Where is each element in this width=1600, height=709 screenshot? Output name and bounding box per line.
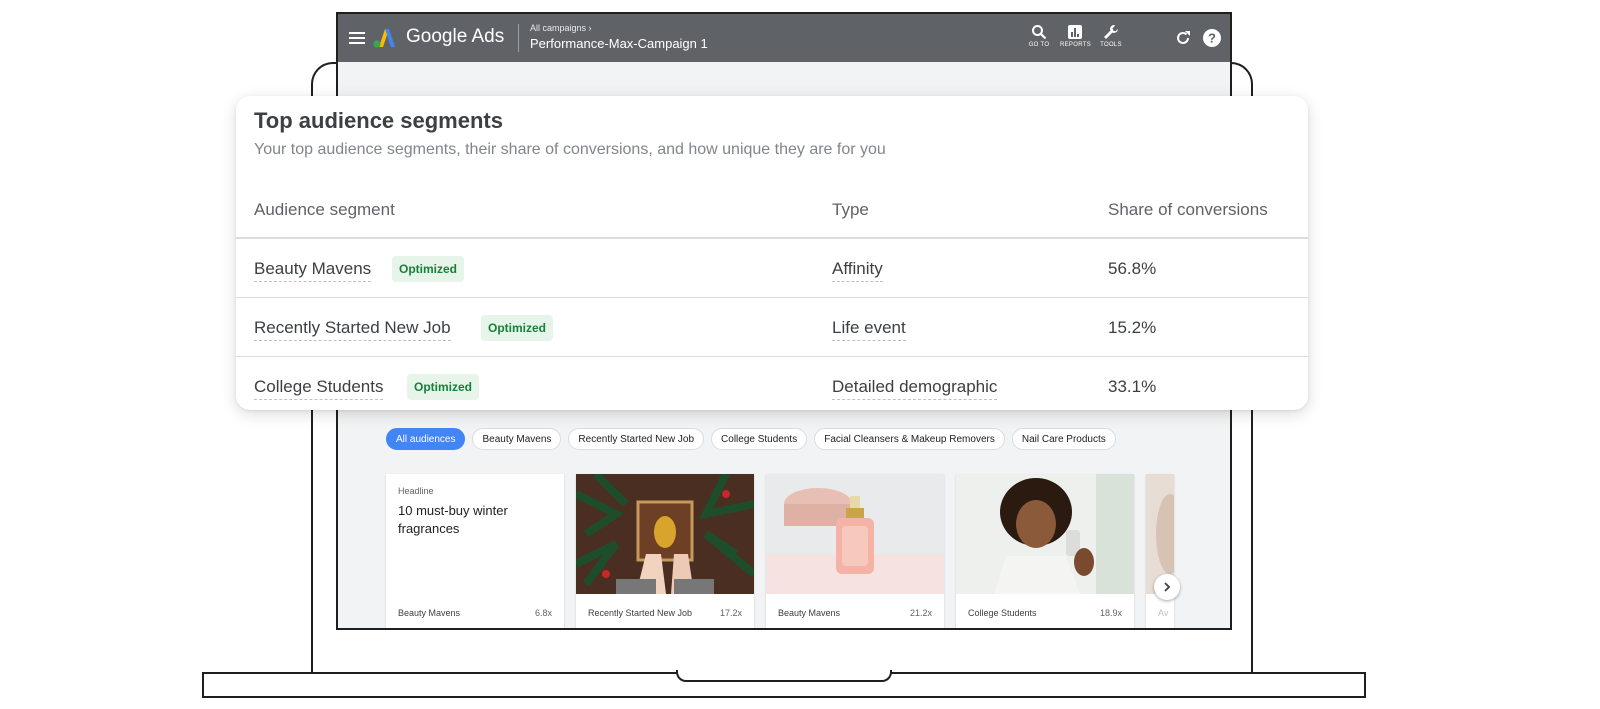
google-ads-logo-icon [373,29,395,48]
panel-title: Top audience segments [254,108,503,133]
breadcrumb-all-campaigns[interactable]: All campaigns › [530,23,592,33]
chip-facial-cleansers[interactable]: Facial Cleansers & Makeup Removers [814,428,1005,450]
reports-button[interactable]: REPORTS [1060,24,1091,48]
svg-text:?: ? [1208,31,1216,46]
optimized-badge: Optimized [407,374,480,400]
woman-with-perfume-image [956,474,1134,594]
app-top-bar: Google Ads All campaigns › Performance-M… [338,14,1230,62]
card-multiplier: 21.2x [909,608,932,618]
goto-button[interactable]: GO TO [1024,24,1054,48]
card-multiplier: 18.9x [1099,608,1122,618]
chip-recently-started-new-job[interactable]: Recently Started New Job [568,428,705,450]
audience-chip-row: All audiences Beauty Mavens Recently Sta… [386,428,1116,450]
panel-subtitle: Your top audience segments, their share … [254,141,886,158]
table-row: Recently Started New Job Optimized Life … [236,298,1308,357]
table-row: Beauty Mavens Optimized Affinity 56.8% [236,239,1308,298]
segment-type[interactable]: Detailed demographic [832,377,998,400]
card-segment: College Students [968,608,1037,618]
carousel-next-button[interactable] [1154,574,1180,600]
segment-share: 33.1% [1108,377,1157,396]
wrench-icon [1104,25,1118,39]
column-header-share-of-conversions[interactable]: Share of conversions [1108,200,1268,220]
brand-name: Google Ads [406,26,505,47]
asset-card-headline[interactable]: Headline 10 must-buy winter fragrances B… [386,474,564,628]
card-segment-partial: Av [1158,608,1169,618]
optimized-badge: Optimized [481,315,554,341]
reports-icon [1068,25,1082,39]
segment-type[interactable]: Affinity [832,259,883,282]
refresh-icon[interactable] [1174,29,1192,47]
segment-share: 15.2% [1108,318,1157,337]
card-multiplier: 6.8x [534,608,552,618]
brand-divider [518,24,519,52]
card-segment: Recently Started New Job [588,608,693,618]
help-icon[interactable]: ? [1202,28,1222,48]
chevron-right-icon [1164,582,1171,592]
card-segment: Beauty Mavens [398,608,461,618]
column-header-audience-segment[interactable]: Audience segment [254,200,395,220]
segment-name[interactable]: Beauty Mavens [254,259,372,282]
asset-card-row: Headline 10 must-buy winter fragrances B… [386,474,1174,628]
card-segment: Beauty Mavens [778,608,841,618]
chip-college-students[interactable]: College Students [711,428,808,450]
chip-nail-care-products[interactable]: Nail Care Products [1011,428,1116,450]
perfume-bottle-image [766,474,944,594]
card-type-label: Headline [398,486,434,496]
reports-label: REPORTS [1060,42,1091,48]
segment-name[interactable]: College Students [254,377,384,400]
segment-share: 56.8% [1108,259,1157,278]
chip-all-audiences[interactable]: All audiences [386,428,466,450]
hamburger-menu-icon[interactable] [346,27,368,49]
laptop-notch [676,670,892,682]
asset-card-partial[interactable]: Av [1146,474,1174,628]
tools-label: TOOLS [1100,42,1122,48]
gift-box-evergreen-image [576,474,754,594]
asset-card-woman[interactable]: College Students 18.9x [956,474,1134,628]
card-headline-text: 10 must-buy winter fragrances [398,503,508,536]
asset-card-perfume[interactable]: Beauty Mavens 21.2x [766,474,944,628]
asset-card-gift[interactable]: Recently Started New Job 17.2x [576,474,754,628]
optimized-badge: Optimized [392,256,465,282]
goto-label: GO TO [1028,42,1050,48]
tools-button[interactable]: TOOLS [1096,24,1126,48]
search-icon [1032,25,1047,40]
segment-type[interactable]: Life event [832,318,906,341]
top-audience-segments-panel: Top audience segments Your top audience … [236,96,1308,410]
segment-name[interactable]: Recently Started New Job [254,318,451,341]
card-multiplier: 17.2x [719,608,742,618]
table-row: College Students Optimized Detailed demo… [236,357,1308,410]
column-header-type[interactable]: Type [832,200,869,220]
chip-beauty-mavens[interactable]: Beauty Mavens [472,428,562,450]
campaign-title: Performance-Max-Campaign 1 [530,36,708,51]
